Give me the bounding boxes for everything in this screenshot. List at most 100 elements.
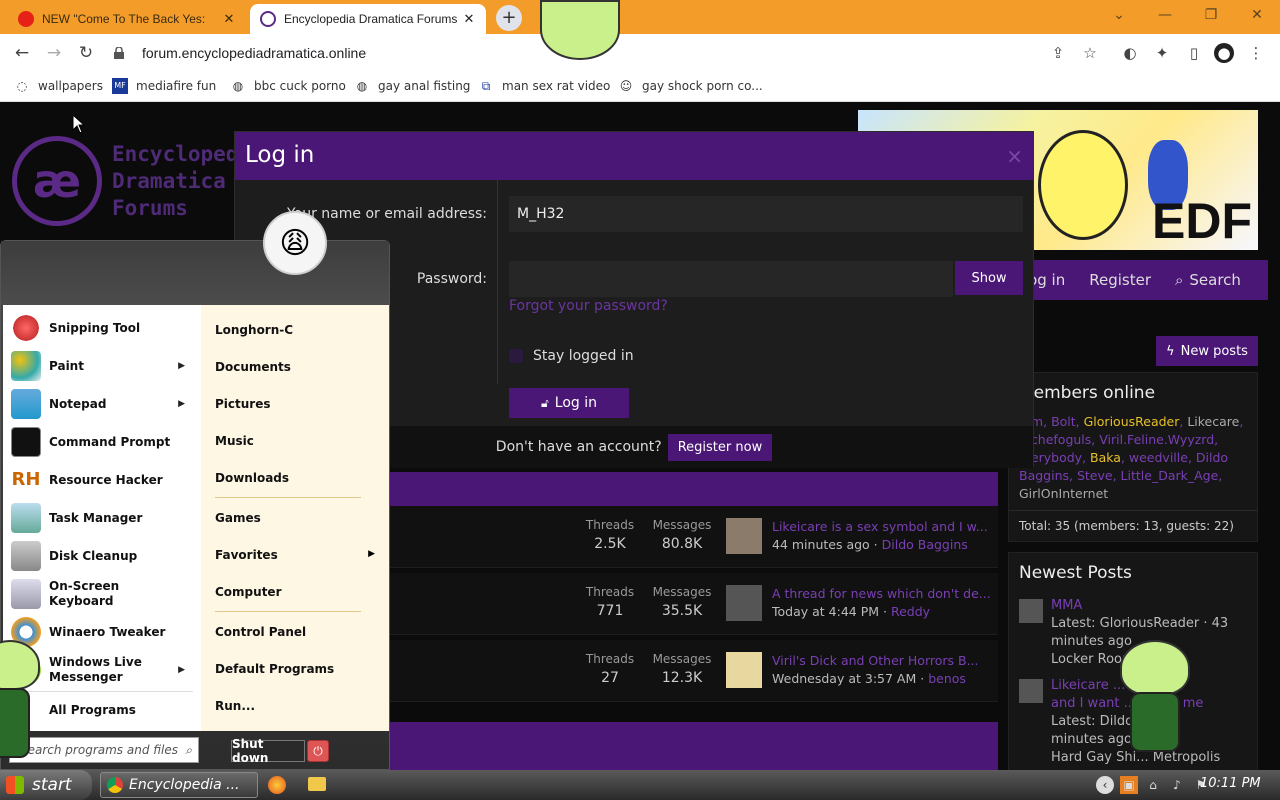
avatar[interactable] xyxy=(726,652,762,688)
member-link[interactable]: weedville xyxy=(1129,450,1188,465)
program-command-prompt[interactable]: Command Prompt xyxy=(11,427,191,457)
avatar[interactable] xyxy=(726,585,762,621)
last-post-user[interactable]: benos xyxy=(928,671,966,686)
place-documents[interactable]: Documents xyxy=(215,360,291,374)
chevron-left-icon[interactable]: ‹ xyxy=(1096,776,1114,794)
bookmark-item[interactable]: MF mediafire fun xyxy=(112,78,216,94)
reload-icon[interactable]: ↻ xyxy=(74,41,98,65)
start-search-input[interactable]: Search programs and files ⌕ xyxy=(9,737,199,763)
place-longhorn[interactable]: Longhorn-C xyxy=(215,323,293,337)
side-panel-icon[interactable]: ▯ xyxy=(1184,43,1204,63)
back-arrow-icon[interactable]: ← xyxy=(10,41,34,65)
member-link[interactable]: Likecare xyxy=(1187,414,1239,429)
nav-register-link[interactable]: Register xyxy=(1089,271,1151,289)
forward-arrow-icon[interactable]: → xyxy=(42,41,66,65)
folder-icon[interactable] xyxy=(308,777,326,791)
divider xyxy=(215,497,361,498)
place-computer[interactable]: Computer xyxy=(215,585,281,599)
tray-app-icon[interactable]: ▣ xyxy=(1120,776,1138,794)
member-link[interactable]: Baka xyxy=(1090,450,1121,465)
program-paint[interactable]: Paint ▶ xyxy=(11,351,191,381)
profile-avatar-icon[interactable]: ● xyxy=(1214,43,1234,63)
member-link[interactable]: Viril.Feline.Wyyzrd xyxy=(1099,432,1214,447)
tab-youtube[interactable]: NEW "Come To The Back Yes: ✕ xyxy=(8,4,246,34)
minimize-button[interactable]: — xyxy=(1152,4,1178,28)
place-pictures[interactable]: Pictures xyxy=(215,397,271,411)
last-post-title[interactable]: Viril's Dick and Other Horrors B... xyxy=(772,652,992,670)
member-link[interactable]: Baggins xyxy=(1019,468,1069,483)
taskbar-chrome-window[interactable]: Encyclopedia ... xyxy=(100,772,258,798)
bookmark-label: wallpapers xyxy=(38,79,103,93)
member-link[interactable]: GirlOnInternet xyxy=(1019,486,1108,501)
forum-row[interactable]: Threads 771 Messages 35.5K A thread for ne… xyxy=(390,573,998,635)
program-on-screen-keyboard[interactable]: On-Screen Keyboard xyxy=(11,579,191,609)
avatar xyxy=(1019,679,1043,703)
forum-row[interactable]: Threads 27 Messages 12.3K Viril's Dick and… xyxy=(390,640,998,702)
place-run[interactable]: Run... xyxy=(215,699,255,713)
new-posts-button[interactable]: ϟ New posts xyxy=(1156,336,1258,366)
program-resource-hacker[interactable]: RH Resource Hacker xyxy=(11,465,191,495)
shutdown-button[interactable]: Shut down xyxy=(231,737,305,765)
banner-art xyxy=(1038,130,1128,240)
place-control-panel[interactable]: Control Panel xyxy=(215,625,306,639)
bookmark-item[interactable]: ◌ wallpapers xyxy=(14,78,103,94)
firefox-icon[interactable] xyxy=(268,776,286,794)
menu-kebab-icon[interactable]: ⋮ xyxy=(1246,43,1266,63)
close-window-button[interactable]: ✕ xyxy=(1244,4,1270,28)
program-disk-cleanup[interactable]: Disk Cleanup xyxy=(11,541,191,571)
forgot-password-link[interactable]: Forgot your password? xyxy=(509,298,668,314)
close-icon[interactable]: ✕ xyxy=(222,11,236,27)
bookmark-item[interactable]: ☺ gay shock porn co... xyxy=(618,78,763,94)
place-games[interactable]: Games xyxy=(215,511,261,525)
tab-encyclopedia[interactable]: Encyclopedia Dramatica Forums ✕ xyxy=(250,4,486,34)
member-link[interactable]: Dildo xyxy=(1196,450,1228,465)
member-link[interactable]: Steve xyxy=(1077,468,1113,483)
program-task-manager[interactable]: Task Manager xyxy=(11,503,191,533)
tab-search-icon[interactable]: ⌄ xyxy=(1106,4,1132,28)
place-default-programs[interactable]: Default Programs xyxy=(215,662,334,676)
program-snipping-tool[interactable]: Snipping Tool xyxy=(11,313,191,343)
place-music[interactable]: Music xyxy=(215,434,254,448)
place-favorites[interactable]: Favorites xyxy=(215,548,278,562)
extension-flag-icon[interactable]: ◐ xyxy=(1120,43,1140,63)
last-post-user[interactable]: Dildo Baggins xyxy=(882,537,968,552)
bookmark-item[interactable]: ⧉ man sex rat video xyxy=(478,78,611,94)
program-winaero-tweaker[interactable]: Winaero Tweaker xyxy=(11,617,191,647)
forum-row[interactable]: Threads 2.5K Messages 80.8K Likeicare is a… xyxy=(390,506,998,568)
name-email-field[interactable]: M_H32 xyxy=(509,196,1023,232)
network-icon[interactable]: ⌂ xyxy=(1144,776,1162,794)
extensions-puzzle-icon[interactable]: ✦ xyxy=(1152,43,1172,63)
last-post-title[interactable]: A thread for news which don't de... xyxy=(772,585,992,603)
user-avatar[interactable]: 😩 xyxy=(263,211,327,275)
all-programs-label: All Programs xyxy=(49,703,136,717)
checkbox-icon xyxy=(509,349,523,363)
login-button[interactable]: 🔓︎ Log in xyxy=(509,388,629,418)
bookmark-item[interactable]: ◍ bbc cuck porno xyxy=(230,78,346,94)
start-button[interactable]: start xyxy=(0,770,92,800)
avatar[interactable] xyxy=(726,518,762,554)
clock[interactable]: 10:11 PM xyxy=(1200,776,1261,791)
close-icon[interactable]: × xyxy=(1006,144,1023,168)
member-link[interactable]: GloriousReader xyxy=(1084,414,1180,429)
place-downloads[interactable]: Downloads xyxy=(215,471,289,485)
volume-icon[interactable]: ♪ xyxy=(1168,776,1186,794)
show-password-button[interactable]: Show xyxy=(955,261,1023,295)
new-tab-button[interactable]: + xyxy=(496,5,522,31)
password-field[interactable] xyxy=(509,261,953,297)
member-link[interactable]: Little_Dark_Age xyxy=(1121,468,1219,483)
last-post-title[interactable]: Likeicare is a sex symbol and I w... xyxy=(772,518,992,536)
power-options-icon[interactable]: ⏻ xyxy=(307,740,329,762)
bookmark-star-icon[interactable]: ☆ xyxy=(1080,43,1100,63)
stay-logged-in-checkbox[interactable]: Stay logged in xyxy=(509,348,634,364)
member-link[interactable]: Bolt xyxy=(1051,414,1076,429)
share-icon[interactable]: ⇪ xyxy=(1048,43,1068,63)
last-post-user[interactable]: Reddy xyxy=(891,604,930,619)
close-icon[interactable]: ✕ xyxy=(462,11,476,27)
post-title[interactable]: MMA xyxy=(1051,597,1228,615)
bookmark-item[interactable]: ◍ gay anal fisting xyxy=(354,78,471,94)
site-logo[interactable]: æ Encyclopedia Dramatica Forums xyxy=(12,136,264,226)
nav-search-link[interactable]: Search xyxy=(1189,271,1241,289)
register-now-button[interactable]: Register now xyxy=(667,433,773,461)
restore-button[interactable]: ❐ xyxy=(1198,4,1224,28)
program-notepad[interactable]: Notepad ▶ xyxy=(11,389,191,419)
